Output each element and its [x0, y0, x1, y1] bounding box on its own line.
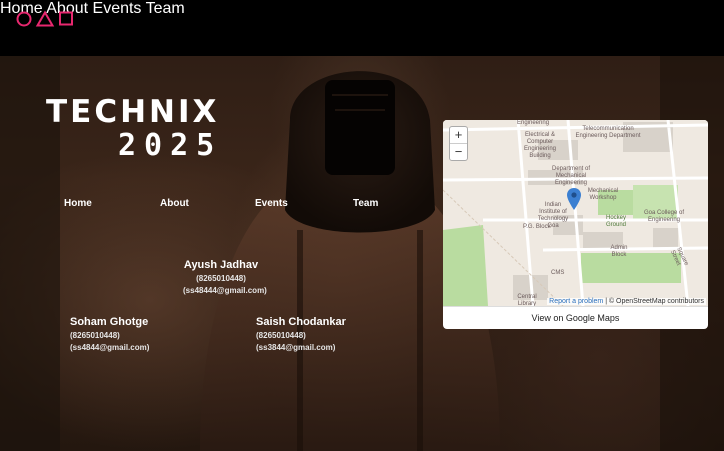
zoom-out-button[interactable]: −: [450, 143, 467, 160]
map-attribution: Report a problem | © OpenStreetMap contr…: [547, 298, 706, 305]
contact-email: (ss48444@gmail.com): [183, 286, 267, 295]
top-navbar: Home About Events Team: [0, 0, 724, 56]
map-canvas[interactable]: Engineering Telecommunication Engineerin…: [443, 120, 708, 306]
map-label: Mechanical Workshop: [587, 188, 619, 201]
contact-email: (ss4844@gmail.com): [70, 343, 150, 352]
zoom-in-button[interactable]: +: [450, 127, 467, 143]
map-label: Electrical & Computer Engineering Buildi…: [523, 132, 557, 159]
contact-name: Ayush Jadhav: [183, 259, 259, 271]
contact-email: (ss3844@gmail.com): [256, 343, 336, 352]
map-label: Engineering: [517, 120, 550, 126]
map-label: CMS: [551, 270, 565, 276]
nav-team-link[interactable]: Team: [146, 0, 185, 17]
contact-phone: (8265010448): [256, 331, 306, 340]
contact-name: Saish Chodankar: [256, 316, 346, 328]
contact-card: Ayush Jadhav (8265010448) (ss48444@gmail…: [183, 259, 267, 295]
map-label: Hockey Ground: [605, 215, 626, 228]
map-embed: Engineering Telecommunication Engineerin…: [443, 120, 708, 329]
location-pin-icon[interactable]: [567, 188, 581, 210]
contact-card: Soham Ghotge (8265010448) (ss4844@gmail.…: [70, 316, 149, 352]
map-label: Central Library: [517, 294, 537, 306]
map-label: Goa College of Engineering: [643, 210, 685, 223]
logo-shapes-icon[interactable]: [16, 10, 74, 28]
map-label: P.G. Block: [523, 224, 551, 230]
subnav-home-link[interactable]: Home: [64, 198, 92, 209]
map-label: Telecommunication Engineering Department: [575, 126, 641, 139]
view-on-google-maps-link[interactable]: View on Google Maps: [443, 306, 708, 329]
subnav-team-link[interactable]: Team: [353, 198, 378, 209]
contact-phone: (8265010448): [196, 274, 246, 283]
report-problem-link[interactable]: Report a problem: [549, 298, 603, 305]
nav-events-link[interactable]: Events: [93, 0, 142, 17]
hero-title: TECHNIX: [46, 94, 220, 130]
map-label: Admin Block: [610, 245, 628, 258]
zoom-controls: + −: [449, 126, 468, 161]
contact-name: Soham Ghotge: [70, 316, 149, 328]
contact-card: Saish Chodankar (8265010448) (ss3844@gma…: [256, 316, 346, 352]
map-label: Department of Mechanical Engineering: [551, 166, 591, 186]
subnav-about-link[interactable]: About: [160, 198, 189, 209]
hero-year: 2025: [118, 128, 223, 163]
subnav-events-link[interactable]: Events: [255, 198, 288, 209]
osm-attribution: | © OpenStreetMap contributors: [603, 298, 704, 305]
contact-phone: (8265010448): [70, 331, 120, 340]
